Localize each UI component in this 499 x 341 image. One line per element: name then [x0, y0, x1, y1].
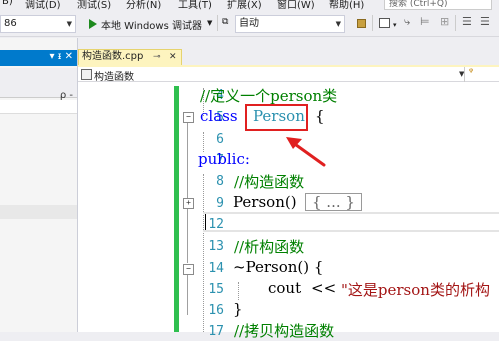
menu-item-build[interactable]: B) [2, 0, 13, 7]
step-icon[interactable]: ⤷ [404, 15, 410, 29]
panel-header: ▾ ᵻ ✕ [0, 50, 77, 66]
line-number: 16 [208, 303, 224, 318]
navigation-bar: 构造函数 ▼ ᵠ [78, 67, 499, 83]
menu-item-debug[interactable]: 调试(D) [25, 0, 61, 10]
window-icon[interactable] [379, 18, 390, 28]
collapse-icon[interactable]: − [183, 264, 194, 275]
highlight-box [245, 104, 308, 131]
scope-icon [81, 69, 92, 80]
fold-guide [187, 123, 188, 203]
indent-guide [238, 282, 239, 300]
chevron-down-icon: ▼ [66, 20, 72, 28]
indent-guide [203, 132, 204, 152]
search-input[interactable]: 搜索 (Ctrl+Q) [384, 0, 492, 10]
toolbar-separator [455, 15, 456, 31]
member-dropdown[interactable]: ᵠ [469, 67, 473, 78]
code-destructor: ~Person() { [233, 258, 324, 276]
uncomment-icon[interactable]: ☰ [480, 15, 490, 28]
menu-item-extensions[interactable]: 扩展(X) [227, 0, 262, 10]
comment-icon[interactable]: ☰ [462, 15, 472, 28]
menu-item-tools[interactable]: 工具(T) [178, 0, 212, 10]
chevron-down-icon: ▼ [335, 20, 341, 28]
code-comment: //析构函数 [234, 238, 305, 256]
attach-icon[interactable]: ⧉ [222, 17, 228, 27]
annotation-arrow [286, 137, 326, 167]
code-brace: } [233, 300, 243, 318]
text-cursor [205, 214, 206, 230]
code-comment: //定义一个person类 [200, 87, 338, 105]
line-number: 15 [208, 282, 224, 297]
code-comment: //拷贝构造函数 [234, 322, 335, 340]
line-number: 14 [208, 261, 224, 276]
code-operator: << [311, 279, 337, 297]
code-cout: cout [268, 279, 302, 297]
line-number: 13 [208, 239, 224, 254]
collapsed-block[interactable]: { ... } [305, 193, 362, 211]
tree-item[interactable] [0, 205, 77, 219]
toolbar-separator [372, 15, 373, 31]
code-keyword: public: [198, 150, 250, 168]
toolbar-separator [217, 15, 218, 31]
start-debugger-button[interactable]: 本地 Windows 调试器 [101, 17, 202, 32]
code-comment: //构造函数 [234, 173, 305, 191]
play-icon[interactable] [89, 19, 97, 29]
code-constructor: Person() [233, 193, 297, 211]
menu-item-analyze[interactable]: 分析(N) [126, 0, 161, 10]
align-icon[interactable]: ⊨ [420, 15, 430, 28]
code-string: "这是person类的析构 [341, 281, 490, 299]
close-icon[interactable]: ✕ [169, 50, 177, 64]
line-number: 6 [216, 132, 224, 147]
fold-guide [187, 275, 188, 315]
collapse-icon[interactable]: − [183, 112, 194, 123]
scope-dropdown[interactable]: 构造函数 [94, 68, 134, 83]
bookmark-icon[interactable]: ⊞ [440, 15, 449, 28]
line-number: 8 [216, 174, 224, 189]
panel-controls[interactable]: ▾ ᵻ ✕ [50, 51, 73, 62]
code-brace: { [315, 107, 325, 125]
indent-guide [203, 174, 204, 332]
fold-guide [187, 209, 188, 263]
change-indicator [174, 86, 179, 332]
code-keyword: class [200, 107, 238, 125]
line-number: 9 [216, 196, 224, 211]
auto-value: 自动 [239, 18, 259, 29]
menu-item-test[interactable]: 测试(S) [77, 0, 111, 10]
solution-config-combo[interactable]: 自动 ▼ [235, 15, 345, 33]
panel-search-input[interactable] [0, 100, 77, 114]
tab-file[interactable]: 构造函数.cpp ⊸ ✕ [78, 49, 182, 65]
menu-item-help[interactable]: 帮助(H) [329, 0, 364, 10]
chevron-down-icon[interactable]: ▼ [207, 19, 212, 27]
chevron-down-icon[interactable]: ▾ [393, 21, 397, 29]
current-line-highlight [203, 212, 499, 232]
panel-toolbar: ρ - [0, 68, 77, 101]
tab-label: 构造函数.cpp [82, 51, 144, 62]
folder-icon[interactable] [357, 19, 366, 28]
navbar-separator [464, 67, 465, 82]
expand-icon[interactable]: + [183, 198, 194, 209]
platform-value: 86 [4, 18, 17, 29]
menu-item-window[interactable]: 窗口(W) [277, 0, 315, 10]
platform-combo[interactable]: 86 ▼ [0, 15, 76, 33]
pin-icon[interactable]: ⊸ [153, 50, 161, 64]
